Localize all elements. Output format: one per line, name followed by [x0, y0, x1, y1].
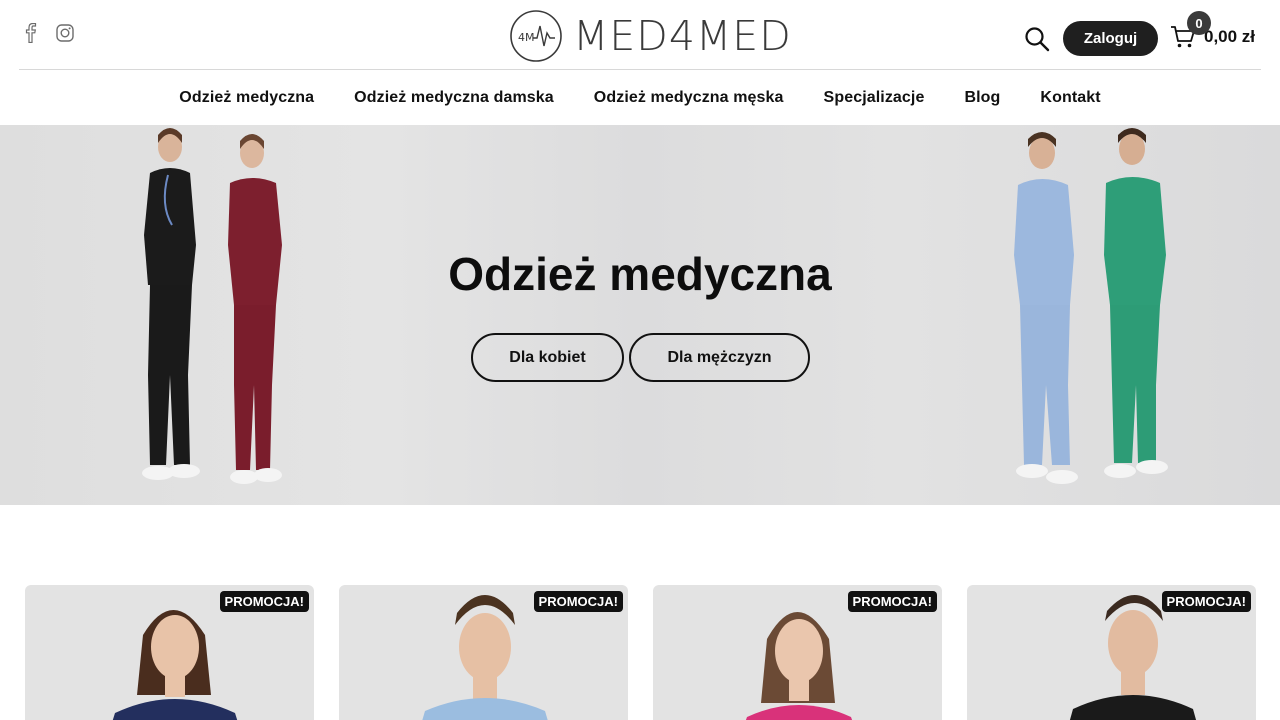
product-grid: PROMOCJA! PROMOCJA! PROMOCJA! PROMOCJA! — [25, 585, 1256, 720]
nav-item-blog[interactable]: Blog — [964, 89, 1000, 107]
nav-item-odziez-medyczna[interactable]: Odzież medyczna — [179, 89, 314, 107]
cart-count-badge: 0 — [1187, 11, 1211, 35]
promo-badge: PROMOCJA! — [533, 591, 623, 612]
login-button[interactable]: Zaloguj — [1063, 21, 1158, 56]
instagram-icon[interactable] — [54, 22, 76, 44]
promo-badge: PROMOCJA! — [1161, 591, 1251, 612]
product-card[interactable]: PROMOCJA! — [339, 585, 628, 720]
site-logo[interactable]: 4M MED4MED — [509, 9, 792, 63]
hero-image-women — [142, 128, 282, 484]
nav-item-kontakt[interactable]: Kontakt — [1040, 89, 1100, 107]
hero-title: Odzież medyczna — [448, 248, 832, 300]
nav-item-odziez-meska[interactable]: Odzież medyczna męska — [594, 89, 784, 107]
facebook-icon[interactable] — [20, 22, 42, 44]
logo-text: MED4MED — [573, 12, 792, 60]
social-links — [20, 22, 76, 44]
for-women-button[interactable]: Dla kobiet — [471, 333, 624, 382]
cart-button[interactable]: 0,00 zł — [1170, 24, 1255, 50]
hero-banner: Odzież medyczna Dla kobiet Dla mężczyzn — [0, 125, 1280, 505]
product-card[interactable]: PROMOCJA! — [967, 585, 1256, 720]
search-button[interactable] — [1024, 26, 1050, 52]
cart-total: 0,00 zł — [1204, 27, 1256, 46]
header: 4M MED4MED Zaloguj 0,00 zł 0 — [0, 0, 1280, 70]
hero-buttons: Dla kobiet Dla mężczyzn — [471, 333, 810, 382]
nav-item-specjalizacje[interactable]: Specjalizacje — [824, 89, 925, 107]
svg-text:4M: 4M — [518, 31, 535, 44]
search-icon — [1025, 27, 1050, 52]
promo-badge: PROMOCJA! — [219, 591, 309, 612]
promo-badge: PROMOCJA! — [847, 591, 937, 612]
hero-image-men — [1014, 128, 1168, 484]
logo-mark-icon: 4M — [510, 10, 562, 62]
nav-item-odziez-damska[interactable]: Odzież medyczna damska — [354, 89, 554, 107]
product-card[interactable]: PROMOCJA! — [653, 585, 942, 720]
main-nav: Odzież medyczna Odzież medyczna damska O… — [0, 70, 1280, 125]
product-card[interactable]: PROMOCJA! — [25, 585, 314, 720]
for-men-button[interactable]: Dla mężczyzn — [629, 333, 810, 382]
